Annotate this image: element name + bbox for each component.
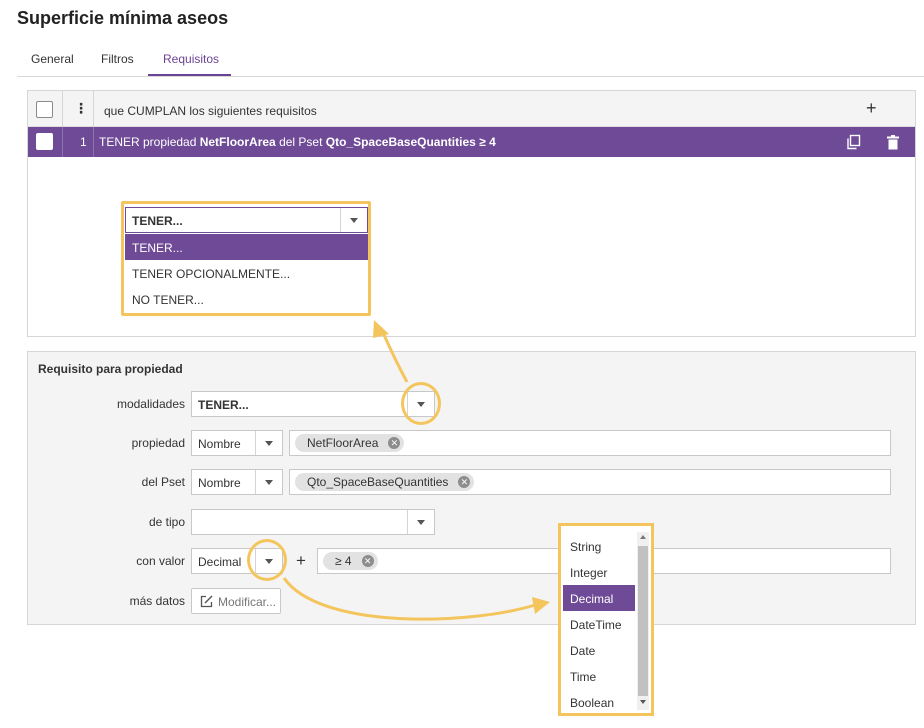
type-option-decimal[interactable]: Decimal <box>563 585 635 611</box>
scroll-up-icon[interactable] <box>640 535 646 539</box>
type-option-string[interactable]: String <box>563 533 635 559</box>
type-list-scrollbar[interactable] <box>637 532 649 710</box>
arrow-head-up <box>373 320 389 338</box>
scroll-down-icon[interactable] <box>640 700 646 704</box>
scrollbar-thumb[interactable] <box>638 546 648 696</box>
type-option-datetime[interactable]: DateTime <box>563 611 635 637</box>
type-option-time[interactable]: Time <box>563 663 635 689</box>
callout-arrows <box>282 320 550 621</box>
arrow-head-right <box>532 597 550 614</box>
type-option-boolean[interactable]: Boolean <box>563 689 635 715</box>
arrow-to-modality-dropdown <box>379 327 409 383</box>
type-dropdown-callout: String Integer Decimal DateTime Date Tim… <box>558 523 654 716</box>
type-option-integer[interactable]: Integer <box>563 559 635 585</box>
type-option-date[interactable]: Date <box>563 637 635 663</box>
arrow-to-type-dropdown <box>282 577 536 621</box>
